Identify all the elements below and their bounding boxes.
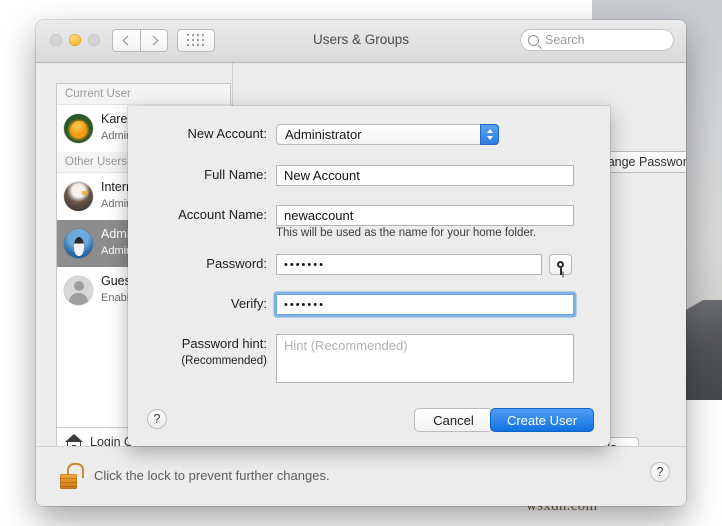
lock-hint-text: Click the lock to prevent further change…: [94, 468, 330, 483]
window-bottom-bar: Click the lock to prevent further change…: [36, 446, 686, 506]
create-user-button[interactable]: Create User: [490, 408, 594, 432]
search-placeholder: Search: [545, 33, 585, 47]
verify-row: Verify: •••••••: [128, 294, 574, 315]
users-and-groups-window: Users & Groups Search Change Password...…: [36, 20, 686, 506]
avatar: [64, 114, 93, 143]
account-name-row: Account Name: newaccount This will be us…: [128, 205, 574, 226]
new-account-type-select[interactable]: Administrator: [276, 124, 499, 145]
password-label: Password:: [128, 254, 276, 274]
avatar: [64, 276, 93, 305]
new-account-type-value: Administrator: [285, 127, 362, 142]
new-account-row: New Account: Administrator: [128, 124, 499, 145]
full-name-field[interactable]: New Account: [276, 165, 574, 186]
help-button[interactable]: ?: [147, 409, 167, 429]
new-account-label: New Account:: [128, 124, 276, 144]
verify-label: Verify:: [128, 294, 276, 314]
key-icon: [557, 261, 564, 268]
password-hint-label: Password hint: (Recommended): [128, 334, 276, 368]
unlocked-padlock-icon[interactable]: [60, 463, 82, 489]
group-header-current-user: Current User: [57, 84, 230, 105]
full-name-label: Full Name:: [128, 165, 276, 185]
avatar: [64, 229, 93, 258]
full-name-row: Full Name: New Account: [128, 165, 574, 186]
search-icon: [528, 35, 539, 46]
password-field[interactable]: •••••••: [276, 254, 542, 275]
password-hint-row: Password hint: (Recommended) Hint (Recom…: [128, 334, 574, 383]
account-name-label: Account Name:: [128, 205, 276, 225]
window-body: Change Password... Enable parental contr…: [36, 63, 686, 506]
avatar: [64, 182, 93, 211]
help-button[interactable]: ?: [650, 462, 670, 482]
account-name-field[interactable]: newaccount: [276, 205, 574, 226]
window-titlebar: Users & Groups Search: [36, 20, 686, 63]
account-name-helper-text: This will be used as the name for your h…: [276, 227, 536, 239]
verify-field[interactable]: •••••••: [276, 294, 574, 315]
password-hint-sublabel: (Recommended): [128, 354, 267, 368]
password-row: Password: •••••••: [128, 254, 572, 275]
password-hint-field[interactable]: Hint (Recommended): [276, 334, 574, 383]
password-assistant-button[interactable]: [549, 254, 572, 275]
search-input[interactable]: Search: [520, 29, 674, 51]
cancel-button[interactable]: Cancel: [414, 408, 493, 432]
chevron-updown-icon[interactable]: [480, 124, 499, 145]
new-account-sheet: New Account: Administrator Full Name: Ne…: [128, 106, 610, 446]
